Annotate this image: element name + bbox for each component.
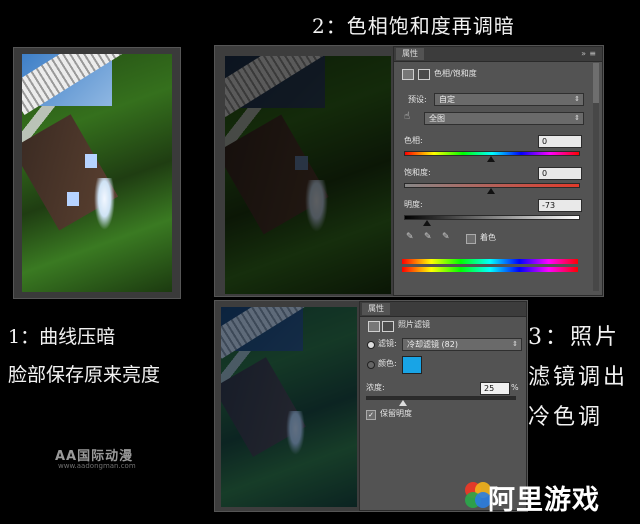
photo1-window: [85, 153, 97, 169]
ali-watermark-logo: 阿里游戏: [488, 485, 600, 516]
chevron-down-icon: ⇕: [574, 114, 580, 122]
hue-input[interactable]: 0: [538, 135, 582, 148]
preset-label: 预设:: [408, 95, 427, 104]
filter-value: 冷却滤镜 (82): [407, 340, 458, 349]
filter-dropdown[interactable]: 冷却滤镜 (82) ⇕: [402, 338, 522, 351]
step2-screenshot: 属性 » ≡ 色相/饱和度 预设: 自定 ⇕ ☝ 全图 ⇕ 色相: 0 饱和度:…: [214, 45, 604, 297]
filter-radio[interactable]: [367, 341, 375, 349]
lightness-slider-thumb[interactable]: [423, 220, 432, 226]
preserve-luminosity-label: 保留明度: [380, 409, 412, 418]
density-slider-track[interactable]: [366, 396, 516, 400]
step2-caption: 2：色相饱和度再调暗: [312, 14, 515, 38]
preset-value: 自定: [439, 95, 455, 104]
mask-icon[interactable]: [382, 321, 394, 332]
photo2-image: [225, 56, 391, 294]
hue-saturation-panel: 属性 » ≡ 色相/饱和度 预设: 自定 ⇕ ☝ 全图 ⇕ 色相: 0 饱和度:…: [393, 46, 603, 296]
step1-caption-line2: 脸部保存原来亮度: [8, 364, 161, 386]
lightness-label: 明度:: [404, 200, 423, 209]
photo1-figure: [94, 177, 115, 231]
lightness-input[interactable]: -73: [538, 199, 582, 212]
properties-tab[interactable]: 属性: [362, 303, 390, 315]
panel-menu-icon[interactable]: ≡: [589, 49, 596, 59]
photo2-darken-overlay: [225, 56, 391, 294]
color-swatch[interactable]: [402, 356, 422, 374]
saturation-label: 饱和度:: [404, 168, 431, 177]
density-input[interactable]: 25: [480, 382, 510, 395]
eyedropper-icon[interactable]: ✎: [406, 232, 414, 242]
saturation-input[interactable]: 0: [538, 167, 582, 180]
adjustment-layer-icon: [368, 321, 380, 332]
panel-title: 照片滤镜: [398, 320, 430, 329]
color-bar-top: [402, 259, 578, 264]
color-radio[interactable]: [367, 361, 375, 369]
density-label: 浓度:: [366, 383, 385, 392]
hue-slider-thumb[interactable]: [487, 156, 495, 162]
preserve-luminosity-checkbox[interactable]: ✓: [366, 410, 376, 420]
channel-value: 全图: [429, 114, 445, 123]
chevron-down-icon: ⇕: [512, 340, 518, 348]
filter-label: 滤镜:: [378, 339, 397, 348]
photo1-window: [67, 192, 79, 207]
photo3-cool-overlay: [221, 307, 357, 507]
eyedropper-plus-icon[interactable]: ✎: [424, 232, 432, 242]
step1-caption-line1: 1：曲线压暗: [8, 326, 116, 348]
photo1-image: [22, 54, 172, 292]
colorize-label: 着色: [480, 233, 496, 242]
scrollbar-grip[interactable]: [593, 63, 599, 103]
panel-title: 色相/饱和度: [434, 69, 477, 78]
hue-label: 色相:: [404, 136, 423, 145]
eyedropper-minus-icon[interactable]: ✎: [442, 232, 450, 242]
target-hand-icon[interactable]: ☝: [404, 111, 410, 122]
properties-tab[interactable]: 属性: [396, 48, 424, 60]
adjustment-layer-icon: [402, 69, 414, 80]
density-slider-thumb[interactable]: [399, 400, 407, 406]
preset-dropdown[interactable]: 自定 ⇕: [434, 93, 584, 106]
saturation-slider-thumb[interactable]: [487, 188, 495, 194]
panel-tabbar: 属性: [360, 302, 526, 317]
density-unit: %: [511, 383, 519, 392]
colorize-checkbox[interactable]: [466, 234, 476, 244]
photo1-frame: [13, 47, 181, 299]
panel-scrollbar[interactable]: [593, 63, 599, 291]
panel-tabbar: 属性 » ≡: [394, 47, 602, 62]
aa-watermark-url: www.aadongman.com: [58, 462, 136, 470]
step3-caption: 3：照片滤镜调出冷色调: [528, 325, 629, 430]
photo3-image: [221, 307, 357, 507]
collapse-icon[interactable]: »: [581, 49, 586, 59]
color-label: 颜色:: [378, 359, 397, 368]
chevron-down-icon: ⇕: [574, 95, 580, 103]
color-bar-bottom: [402, 267, 578, 272]
mask-icon[interactable]: [418, 69, 430, 80]
channel-dropdown[interactable]: 全图 ⇕: [424, 112, 584, 125]
